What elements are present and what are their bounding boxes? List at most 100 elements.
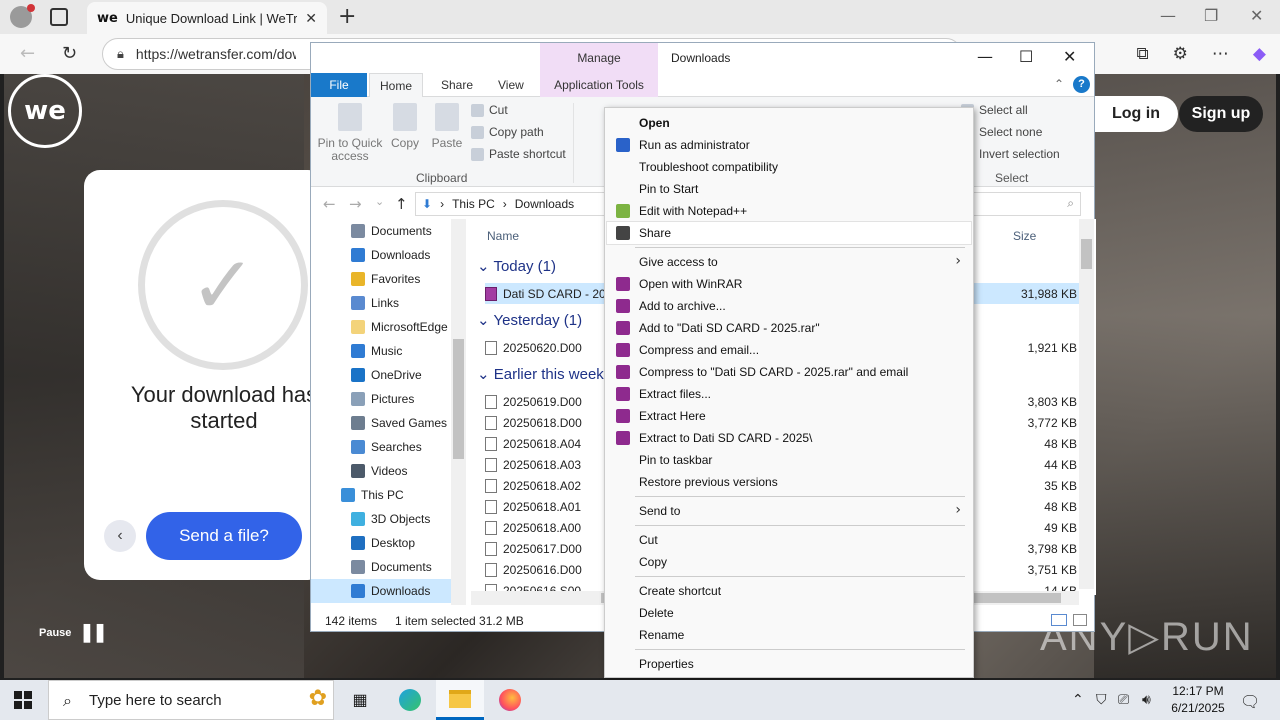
group-yesterday[interactable]: ⌄ Yesterday (1) bbox=[477, 311, 582, 329]
menu-item[interactable]: Properties bbox=[607, 653, 971, 675]
paste-shortcut-button[interactable]: Paste shortcut bbox=[471, 147, 566, 161]
profile-avatar-icon[interactable] bbox=[10, 4, 35, 28]
menu-item[interactable]: Delete bbox=[607, 602, 971, 624]
breadcrumb[interactable]: ⬇ › This PC › Downloads bbox=[415, 192, 615, 216]
group-earlier-this-week[interactable]: ⌄ Earlier this week bbox=[477, 365, 604, 383]
nav-item[interactable]: Videos bbox=[311, 459, 466, 483]
menu-item[interactable]: Open with WinRAR bbox=[607, 273, 971, 295]
group-today[interactable]: ⌄ Today (1) bbox=[477, 257, 556, 275]
nav-item[interactable]: OneDrive bbox=[311, 363, 466, 387]
menu-item[interactable]: Create shortcut bbox=[607, 580, 971, 602]
tab-home[interactable]: Home bbox=[369, 73, 424, 97]
menu-item[interactable]: Compress to "Dati SD CARD - 2025.rar" an… bbox=[607, 361, 971, 383]
collections-icon[interactable]: ⧉ bbox=[1137, 44, 1149, 64]
nav-item[interactable]: Downloads bbox=[311, 579, 466, 603]
lock-icon[interactable]: 🔒︎ bbox=[117, 46, 124, 62]
nav-item[interactable]: Searches bbox=[311, 435, 466, 459]
manage-tab[interactable]: Manage bbox=[540, 43, 658, 73]
edge-browser-icon[interactable] bbox=[386, 680, 434, 720]
nav-item[interactable]: Saved Games bbox=[311, 411, 466, 435]
network-icon[interactable]: ⎚ bbox=[1118, 692, 1129, 708]
browser-close-button[interactable]: ✕ bbox=[1250, 6, 1263, 25]
up-arrow-icon[interactable]: ↑ bbox=[395, 195, 408, 213]
large-icons-view-icon[interactable] bbox=[1073, 614, 1087, 626]
menu-item[interactable]: Extract to Dati SD CARD - 2025\ bbox=[607, 427, 971, 449]
menu-item[interactable]: Compress and email... bbox=[607, 339, 971, 361]
notifications-icon[interactable]: 🗨︎ bbox=[1240, 692, 1260, 711]
back-arrow-icon[interactable]: ← bbox=[20, 43, 35, 64]
taskbar-clock[interactable]: 12:17 PM 6/21/2025 bbox=[1168, 683, 1228, 717]
volume-icon[interactable]: 🔊︎ bbox=[1142, 692, 1151, 708]
login-button[interactable]: Log in bbox=[1094, 96, 1178, 132]
tab-application-tools[interactable]: Application Tools bbox=[540, 73, 658, 97]
menu-item[interactable]: Pin to taskbar bbox=[607, 449, 971, 471]
tab-share[interactable]: Share bbox=[431, 73, 483, 97]
vertical-scrollbar-thumb[interactable] bbox=[1081, 239, 1092, 269]
nav-item[interactable]: MicrosoftEdge bbox=[311, 315, 466, 339]
nav-item[interactable]: Documents bbox=[311, 555, 466, 579]
details-view-icon[interactable] bbox=[1051, 614, 1067, 626]
nav-item[interactable]: Music bbox=[311, 339, 466, 363]
menu-item[interactable]: Add to "Dati SD CARD - 2025.rar" bbox=[607, 317, 971, 339]
new-tab-button[interactable]: + bbox=[338, 4, 356, 29]
copy-path-button[interactable]: Copy path bbox=[471, 125, 544, 139]
invert-selection-button[interactable]: Invert selection bbox=[961, 147, 1060, 161]
menu-item[interactable]: Add to archive... bbox=[607, 295, 971, 317]
tab-file[interactable]: File bbox=[311, 73, 367, 97]
copy-big-button[interactable]: Copy bbox=[387, 103, 423, 150]
browser-minimize-button[interactable]: — bbox=[1160, 6, 1176, 25]
browser-maximize-button[interactable]: ❐ bbox=[1204, 6, 1218, 25]
nav-item[interactable]: Documents bbox=[311, 219, 466, 243]
windows-start-icon[interactable] bbox=[14, 691, 32, 709]
menu-item[interactable]: Edit with Notepad++ bbox=[607, 200, 971, 222]
tab-actions-icon[interactable] bbox=[50, 8, 68, 26]
help-icon[interactable]: ? bbox=[1073, 76, 1090, 93]
nav-item[interactable]: Pictures bbox=[311, 387, 466, 411]
file-explorer-taskbar-icon[interactable] bbox=[436, 680, 484, 720]
paste-button[interactable]: Paste bbox=[429, 103, 465, 150]
wetransfer-logo[interactable]: we bbox=[8, 74, 82, 148]
menu-item[interactable]: Give access to › bbox=[607, 251, 971, 273]
explorer-maximize-button[interactable]: ☐ bbox=[1019, 47, 1033, 66]
nav-item[interactable]: Desktop bbox=[311, 531, 466, 555]
refresh-icon[interactable]: ↻ bbox=[62, 43, 77, 64]
menu-item[interactable]: Extract files... bbox=[607, 383, 971, 405]
explorer-close-button[interactable]: ✕ bbox=[1063, 47, 1076, 66]
menu-item[interactable]: Troubleshoot compatibility bbox=[607, 156, 971, 178]
show-hidden-icons-icon[interactable]: ⌃ bbox=[1072, 692, 1084, 708]
nav-item[interactable]: This PC bbox=[311, 483, 466, 507]
explorer-minimize-button[interactable]: — bbox=[977, 47, 993, 66]
menu-item[interactable]: Pin to Start bbox=[607, 178, 971, 200]
forward-icon[interactable]: → bbox=[349, 195, 362, 213]
menu-item[interactable]: Run as administrator bbox=[607, 134, 971, 156]
send-file-button[interactable]: Send a file? bbox=[146, 512, 302, 560]
menu-item[interactable]: Send to › bbox=[607, 500, 971, 522]
extensions-icon[interactable]: ⚙ bbox=[1173, 44, 1188, 64]
pause-background-button[interactable]: Pause ❚❚ bbox=[39, 622, 108, 643]
tab-close-icon[interactable]: ✕ bbox=[305, 10, 317, 27]
pin-quick-access-button[interactable]: Pin to Quick access bbox=[317, 103, 383, 163]
menu-item[interactable]: Extract Here bbox=[607, 405, 971, 427]
taskbar-search-box[interactable]: ⌕ Type here to search ✿ bbox=[48, 680, 334, 720]
browser-tab-active[interactable]: we Unique Download Link | WeTransfer ✕ bbox=[87, 2, 327, 34]
firefox-icon[interactable] bbox=[486, 680, 534, 720]
menu-item[interactable]: Share bbox=[606, 221, 972, 245]
file-list-vertical-scrollbar[interactable] bbox=[1079, 219, 1094, 589]
nav-item[interactable]: Links bbox=[311, 291, 466, 315]
column-header-name[interactable]: Name bbox=[487, 229, 519, 243]
recent-dropdown-icon[interactable]: ⌄ bbox=[375, 195, 384, 208]
copilot-icon[interactable]: ◆ bbox=[1253, 44, 1266, 64]
task-view-icon[interactable]: ▦ bbox=[336, 680, 384, 720]
previous-button[interactable]: ‹ bbox=[104, 520, 136, 552]
signup-button[interactable]: Sign up bbox=[1179, 96, 1263, 132]
back-icon[interactable]: ← bbox=[323, 195, 336, 213]
security-icon[interactable]: ⛉ bbox=[1096, 692, 1107, 708]
nav-item[interactable]: Favorites bbox=[311, 267, 466, 291]
menu-item[interactable]: Open bbox=[607, 112, 971, 134]
nav-item[interactable]: 3D Objects bbox=[311, 507, 466, 531]
nav-scrollbar[interactable] bbox=[451, 219, 466, 605]
breadcrumb-this-pc[interactable]: This PC bbox=[452, 197, 495, 211]
more-menu-icon[interactable]: ⋯ bbox=[1212, 44, 1229, 64]
menu-item[interactable]: Copy bbox=[607, 551, 971, 573]
cut-button[interactable]: Cut bbox=[471, 103, 508, 117]
